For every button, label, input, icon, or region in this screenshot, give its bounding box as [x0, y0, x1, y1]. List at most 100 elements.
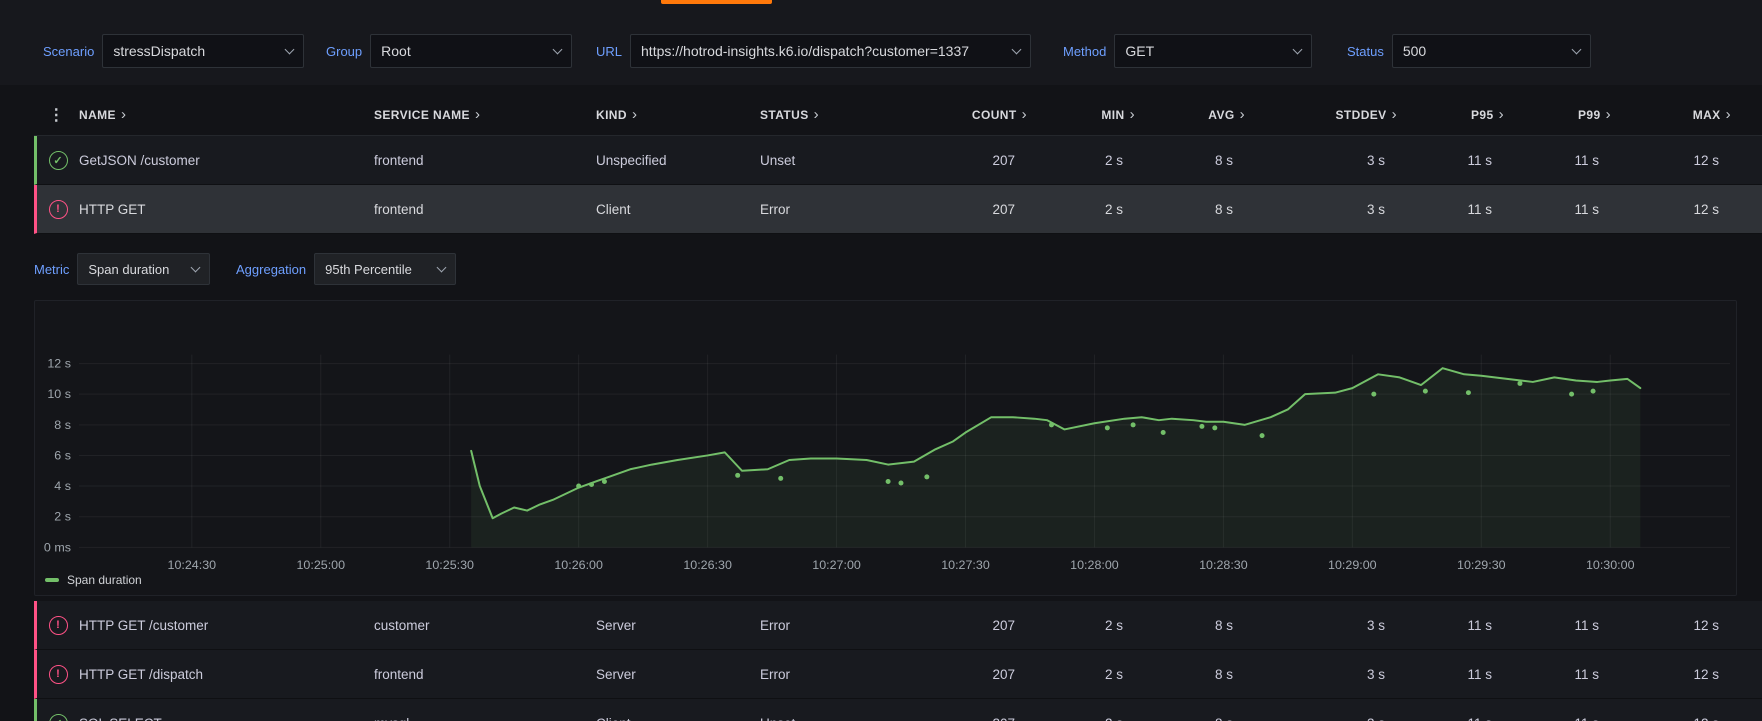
table-row[interactable]: ! HTTP GET /dispatch frontend Server Err…	[34, 650, 1762, 699]
svg-text:10:29:30: 10:29:30	[1457, 558, 1506, 572]
chevron-down-icon	[1571, 44, 1581, 54]
cell-p95: 11 s	[1399, 618, 1506, 633]
table-row[interactable]: ✓ SQL SELECT mysql Client Unset 207 2 s …	[34, 699, 1762, 721]
spans-table-continued: ! HTTP GET /customer customer Server Err…	[34, 601, 1762, 721]
column-header-service-name[interactable]: SERVICE NAME ›	[374, 107, 596, 122]
cell-service: mysql	[374, 716, 596, 721]
metric-label: Metric	[34, 262, 69, 277]
cell-status: Unset	[760, 153, 909, 168]
cell-p95: 11 s	[1399, 202, 1506, 217]
cell-count: 207	[909, 202, 1029, 217]
column-header-avg[interactable]: AVG›	[1137, 107, 1247, 122]
column-header-status[interactable]: STATUS›	[760, 107, 909, 122]
table-row[interactable]: ! HTTP GET /customer customer Server Err…	[34, 601, 1762, 650]
method-label: Method	[1063, 44, 1106, 59]
aggregation-select[interactable]: 95th Percentile	[314, 253, 456, 285]
column-header-kind[interactable]: KIND ›	[596, 107, 760, 122]
chevron-right-icon: ›	[1499, 107, 1504, 122]
svg-text:10:24:30: 10:24:30	[168, 558, 217, 572]
cell-avg: 8 s	[1137, 667, 1247, 682]
chevron-right-icon: ›	[1606, 107, 1611, 122]
method-select[interactable]: GET	[1114, 34, 1312, 68]
cell-max: 12 s	[1613, 667, 1733, 682]
chevron-down-icon	[437, 262, 447, 272]
chevron-right-icon: ›	[632, 107, 637, 122]
legend-item-span-duration[interactable]: Span duration	[45, 573, 142, 587]
cell-name: HTTP GET	[79, 202, 374, 217]
chevron-down-icon	[285, 44, 295, 54]
row-status-cell: !	[37, 665, 79, 684]
cell-service: frontend	[374, 153, 596, 168]
cell-min: 2 s	[1029, 667, 1137, 682]
svg-text:2 s: 2 s	[54, 510, 71, 524]
cell-count: 207	[909, 716, 1029, 721]
cell-p95: 11 s	[1399, 716, 1506, 721]
kebab-menu-icon[interactable]: ⋮	[48, 105, 64, 125]
cell-avg: 8 s	[1137, 716, 1247, 721]
row-status-cell: ✓	[37, 714, 79, 721]
column-label: SERVICE NAME	[374, 108, 470, 122]
chevron-right-icon: ›	[1240, 107, 1245, 122]
status-select[interactable]: 500	[1392, 34, 1591, 68]
status-filter: Status 500	[1347, 34, 1591, 68]
cell-name: GetJSON /customer	[79, 153, 374, 168]
cell-stddev: 3 s	[1247, 667, 1399, 682]
svg-text:12 s: 12 s	[47, 357, 71, 371]
svg-text:10:28:30: 10:28:30	[1199, 558, 1248, 572]
scenario-select[interactable]: stressDispatch	[102, 34, 304, 68]
cell-stddev: 3 s	[1247, 153, 1399, 168]
cell-status: Error	[760, 202, 909, 217]
cell-p99: 11 s	[1506, 716, 1613, 721]
svg-text:10:29:00: 10:29:00	[1328, 558, 1377, 572]
svg-text:10 s: 10 s	[47, 387, 71, 401]
url-filter: URL https://hotrod-insights.k6.io/dispat…	[596, 34, 1031, 68]
metric-control: Metric Span duration	[34, 253, 210, 285]
column-label: P99	[1578, 108, 1601, 122]
column-header-min[interactable]: MIN›	[1029, 107, 1137, 122]
column-label: KIND	[596, 108, 627, 122]
table-row[interactable]: ✓ GetJSON /customer frontend Unspecified…	[34, 136, 1762, 185]
cell-min: 2 s	[1029, 716, 1137, 721]
error-icon: !	[49, 616, 68, 635]
group-label: Group	[326, 44, 362, 59]
column-label: NAME	[79, 108, 116, 122]
cell-p95: 11 s	[1399, 667, 1506, 682]
method-filter: Method GET	[1063, 34, 1312, 68]
chevron-down-icon	[191, 262, 201, 272]
column-header-p95[interactable]: P95›	[1399, 107, 1506, 122]
status-label: Status	[1347, 44, 1384, 59]
cell-service: frontend	[374, 202, 596, 217]
table-row-selected[interactable]: ! HTTP GET frontend Client Error 207 2 s…	[34, 185, 1762, 234]
svg-text:10:27:30: 10:27:30	[941, 558, 990, 572]
cell-status: Error	[760, 618, 909, 633]
cell-count: 207	[909, 153, 1029, 168]
cell-stddev: 3 s	[1247, 618, 1399, 633]
chevron-right-icon: ›	[475, 107, 480, 122]
url-value: https://hotrod-insights.k6.io/dispatch?c…	[641, 43, 1005, 59]
span-duration-chart-panel: 0 ms2 s4 s6 s8 s10 s12 s10:24:3010:25:00…	[34, 300, 1737, 596]
chevron-down-icon	[1012, 44, 1022, 54]
active-tab-indicator	[661, 0, 772, 4]
span-duration-chart[interactable]: 0 ms2 s4 s6 s8 s10 s12 s10:24:3010:25:00…	[35, 301, 1736, 595]
method-value: GET	[1125, 43, 1286, 59]
column-header-max[interactable]: MAX›	[1613, 107, 1733, 122]
cell-kind: Server	[596, 618, 760, 633]
column-label: MIN	[1101, 108, 1124, 122]
cell-kind: Unspecified	[596, 153, 760, 168]
metric-select[interactable]: Span duration	[77, 253, 210, 285]
column-label: STDDEV	[1336, 108, 1387, 122]
column-header-stddev[interactable]: STDDEV›	[1247, 107, 1399, 122]
column-header-name[interactable]: NAME›	[79, 107, 374, 122]
svg-text:10:26:30: 10:26:30	[683, 558, 732, 572]
url-select[interactable]: https://hotrod-insights.k6.io/dispatch?c…	[630, 34, 1031, 68]
row-menu-header: ⋮	[34, 105, 79, 125]
scenario-filter: Scenario stressDispatch	[43, 34, 304, 68]
column-header-p99[interactable]: P99 ›	[1506, 107, 1613, 122]
group-value: Root	[381, 43, 546, 59]
group-select[interactable]: Root	[370, 34, 572, 68]
column-header-count[interactable]: COUNT›	[909, 107, 1029, 122]
svg-text:10:27:00: 10:27:00	[812, 558, 861, 572]
cell-kind: Server	[596, 667, 760, 682]
status-value: 500	[1403, 43, 1565, 59]
cell-status: Unset	[760, 716, 909, 721]
